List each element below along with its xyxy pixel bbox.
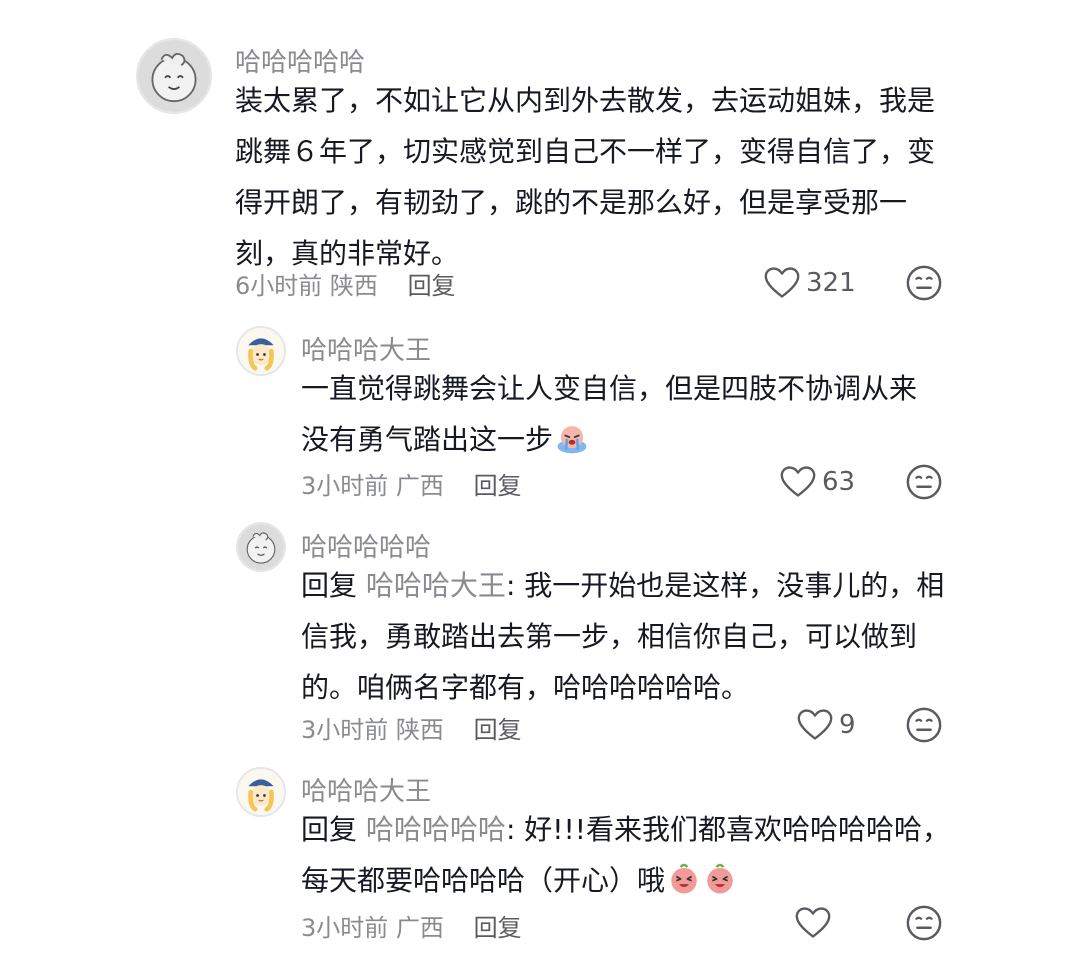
- comment-line: 回复 哈哈哈大王: 我一开始也是这样，没事儿的，相: [301, 560, 981, 611]
- comment-username[interactable]: 哈哈哈哈哈: [235, 42, 365, 79]
- avatar[interactable]: [236, 767, 286, 817]
- like-button[interactable]: 321: [764, 266, 856, 300]
- like-count: 63: [822, 467, 856, 497]
- comment-line: 得开朗了，有韧劲了，跳的不是那么好，但是享受那一: [235, 186, 908, 219]
- reply-button[interactable]: 回复: [474, 914, 522, 942]
- neutral-face-icon[interactable]: [905, 264, 943, 302]
- comment-line: 每天都要哈哈哈哈（开心）哦: [301, 855, 981, 906]
- comment-text: 一直觉得跳舞会让人变自信，但是四肢不协调从来 没有勇气踏出这一步: [301, 363, 961, 465]
- reply-button[interactable]: 回复: [474, 472, 522, 500]
- comment-meta: 3小时前 广西 回复: [301, 908, 522, 943]
- heart-outline-icon: [797, 708, 833, 742]
- comment-time: 3小时前: [301, 472, 389, 500]
- neutral-face-icon[interactable]: [905, 706, 943, 744]
- comment-time: 6小时前: [235, 272, 323, 300]
- neutral-face-icon[interactable]: [905, 904, 943, 942]
- comment-line: 一直觉得跳舞会让人变自信，但是四肢不协调从来: [301, 372, 918, 405]
- comment-line: 回复 哈哈哈哈哈: 好!!!看来我们都喜欢哈哈哈哈哈，: [301, 804, 981, 855]
- comment-line: 的。咱俩名字都有，哈哈哈哈哈哈。: [301, 671, 750, 704]
- comment-line-text: 没有勇气踏出这一步: [301, 423, 554, 456]
- comment-text: 回复 哈哈哈哈哈: 好!!!看来我们都喜欢哈哈哈哈哈， 每天都要哈哈哈哈（开心）…: [301, 804, 981, 906]
- comment-text: 装太累了，不如让它从内到外去散发，去运动姐妹，我是 跳舞６年了，切实感觉到自己不…: [235, 75, 975, 279]
- comment-location: 广西: [395, 472, 444, 500]
- heart-outline-icon: [780, 465, 816, 499]
- like-button[interactable]: 63: [780, 465, 855, 499]
- like-button[interactable]: [795, 906, 837, 940]
- avatar[interactable]: [236, 522, 286, 572]
- comment-username[interactable]: 哈哈哈大王: [301, 330, 431, 367]
- comment-line: 信我，勇敢踏出去第一步，相信你自己，可以做到: [301, 620, 918, 653]
- reply-button[interactable]: 回复: [408, 272, 456, 300]
- crying-emoji: [555, 421, 589, 455]
- heart-outline-icon: [795, 906, 831, 940]
- mention-link[interactable]: 哈哈哈大王: [366, 569, 506, 602]
- mention-link[interactable]: 哈哈哈哈哈: [366, 813, 506, 846]
- avatar[interactable]: [136, 38, 212, 114]
- comment-time: 3小时前: [301, 716, 389, 744]
- comment-location: 陕西: [395, 716, 444, 744]
- comment-meta: 3小时前 广西 回复: [301, 466, 522, 501]
- comment-line: 没有勇气踏出这一步: [301, 414, 961, 465]
- neutral-face-icon[interactable]: [905, 463, 943, 501]
- like-button[interactable]: 9: [797, 708, 856, 742]
- comment-meta: 3小时前 陕西 回复: [301, 710, 522, 745]
- laughing-emoji: [667, 862, 701, 896]
- like-count: 9: [839, 710, 856, 740]
- comment-meta: 6小时前 陕西 回复: [235, 266, 456, 301]
- comment-line: 装太累了，不如让它从内到外去散发，去运动姐妹，我是: [235, 84, 936, 117]
- reply-prefix: 回复: [301, 813, 358, 846]
- reply-prefix: 回复: [301, 569, 358, 602]
- heart-outline-icon: [764, 266, 800, 300]
- comment-location: 陕西: [329, 272, 378, 300]
- comment-text: 回复 哈哈哈大王: 我一开始也是这样，没事儿的，相 信我，勇敢踏出去第一步，相信…: [301, 560, 981, 713]
- comment-username[interactable]: 哈哈哈大王: [301, 771, 431, 808]
- comment-line-text: : 好!!!看来我们都喜欢哈哈哈哈哈，: [505, 813, 950, 846]
- comment-line-text: 每天都要哈哈哈哈（开心）哦: [301, 864, 666, 897]
- reply-button[interactable]: 回复: [474, 716, 522, 744]
- comment-line: 跳舞６年了，切实感觉到自己不一样了，变得自信了，变: [235, 135, 936, 168]
- comment-location: 广西: [395, 914, 444, 942]
- comment-line-text: : 我一开始也是这样，没事儿的，相: [505, 569, 945, 602]
- laughing-emoji: [703, 862, 737, 896]
- comment-username[interactable]: 哈哈哈哈哈: [301, 527, 431, 564]
- like-count: 321: [806, 268, 856, 298]
- comment-time: 3小时前: [301, 914, 389, 942]
- avatar[interactable]: [236, 326, 286, 376]
